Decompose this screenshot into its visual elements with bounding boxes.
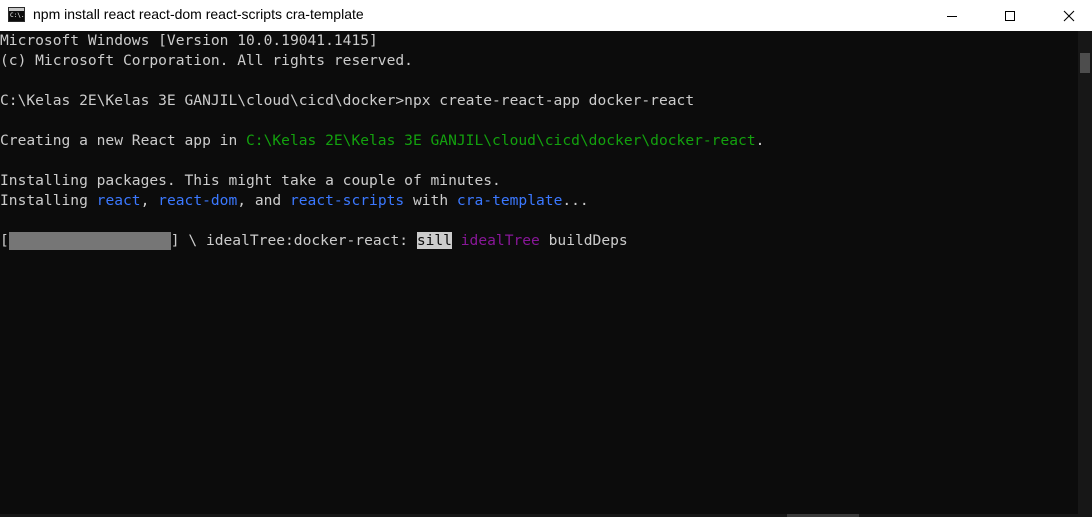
log-level-badge: sill [416,232,452,249]
console-line-prompt: C:\Kelas 2E\Kelas 3E GANJIL\cloud\cicd\d… [0,92,695,109]
maximize-icon [1005,10,1015,21]
close-icon [1063,10,1075,21]
creating-prefix: Creating a new React app in [0,132,247,149]
separator-1: , [140,192,159,209]
console-line-creating: Creating a new React app in C:\Kelas 2E\… [0,131,764,151]
install-prefix: Installing [0,192,97,209]
with-text: with [404,192,457,209]
cmd-app-icon: C:\. [8,7,25,22]
minimize-button[interactable] [929,0,975,31]
creating-path: C:\Kelas 2E\Kelas 3E GANJIL\cloud\cicd\d… [246,132,756,149]
console-line-copyright: (c) Microsoft Corporation. All rights re… [0,52,413,69]
vertical-scroll-thumb[interactable] [1080,53,1090,73]
console-output[interactable]: Microsoft Windows [Version 10.0.19041.14… [0,31,1078,514]
console-line-installing-packages: Installing react, react-dom, and react-s… [0,191,589,211]
window-title: npm install react react-dom react-script… [33,6,364,22]
progress-task: buildDeps [539,232,628,249]
vertical-scrollbar[interactable] [1078,31,1092,514]
package-cra-template: cra-template [456,192,563,209]
console-line-installing-msg: Installing packages. This might take a c… [0,172,501,189]
separator-2: , and [237,192,290,209]
console-line-version: Microsoft Windows [Version 10.0.19041.14… [0,32,378,49]
terminal-window: C:\. npm install react react-dom react-s… [0,0,1092,517]
console-line-progress: [ ] \ idealTree:docker-react: sill idealT… [0,231,628,251]
package-react-dom: react-dom [158,192,238,209]
maximize-button[interactable] [987,0,1033,31]
title-bar[interactable]: C:\. npm install react react-dom react-s… [0,0,1092,31]
progress-open-bracket: [ [0,232,9,249]
progress-stage: idealTree [460,232,540,249]
ellipsis: ... [562,192,589,209]
minimize-icon [947,15,957,17]
package-react-scripts: react-scripts [289,192,405,209]
package-react: react [96,192,141,209]
progress-bar [8,232,171,250]
close-button[interactable] [1046,0,1092,31]
creating-suffix: . [755,132,765,149]
progress-status: ] \ idealTree:docker-react: [170,232,417,249]
